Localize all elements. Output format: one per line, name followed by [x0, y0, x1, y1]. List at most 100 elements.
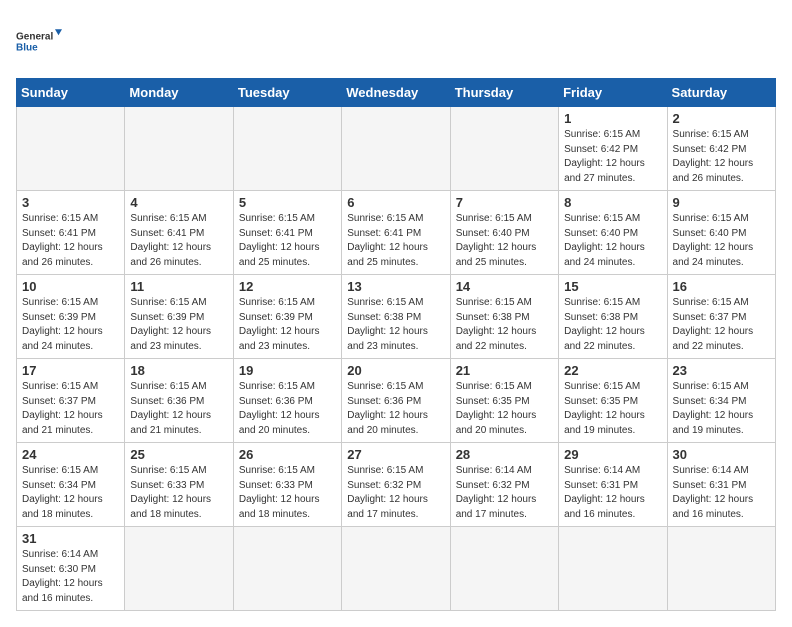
day-number: 17	[22, 363, 119, 378]
calendar-cell	[17, 107, 125, 191]
svg-text:Blue: Blue	[16, 42, 38, 53]
day-number: 16	[673, 279, 770, 294]
calendar-cell: 17 Sunrise: 6:15 AM Sunset: 6:37 PM Dayli…	[17, 359, 125, 443]
day-number: 28	[456, 447, 553, 462]
weekday-header-row: SundayMondayTuesdayWednesdayThursdayFrid…	[17, 79, 776, 107]
day-info: Sunrise: 6:15 AM Sunset: 6:34 PM Dayligh…	[673, 380, 770, 438]
calendar-cell: 10 Sunrise: 6:15 AM Sunset: 6:39 PM Dayli…	[17, 275, 125, 359]
weekday-wednesday: Wednesday	[342, 79, 450, 107]
day-info: Sunrise: 6:15 AM Sunset: 6:34 PM Dayligh…	[22, 464, 119, 522]
day-info: Sunrise: 6:15 AM Sunset: 6:33 PM Dayligh…	[130, 464, 227, 522]
svg-text:General: General	[16, 31, 53, 42]
day-number: 6	[347, 195, 444, 210]
day-info: Sunrise: 6:14 AM Sunset: 6:32 PM Dayligh…	[456, 464, 553, 522]
day-number: 18	[130, 363, 227, 378]
calendar-cell: 26 Sunrise: 6:15 AM Sunset: 6:33 PM Dayli…	[233, 443, 341, 527]
calendar-week-0: 1Sunrise: 6:15 AM Sunset: 6:42 PM Daylig…	[17, 107, 776, 191]
weekday-saturday: Saturday	[667, 79, 775, 107]
day-number: 12	[239, 279, 336, 294]
day-number: 21	[456, 363, 553, 378]
calendar-week-5: 31Sunrise: 6:14 AM Sunset: 6:30 PM Dayli…	[17, 527, 776, 611]
day-info: Sunrise: 6:15 AM Sunset: 6:38 PM Dayligh…	[564, 296, 661, 354]
weekday-sunday: Sunday	[17, 79, 125, 107]
calendar-cell	[342, 107, 450, 191]
calendar-cell: 13 Sunrise: 6:15 AM Sunset: 6:38 PM Dayli…	[342, 275, 450, 359]
day-number: 3	[22, 195, 119, 210]
calendar-cell: 2 Sunrise: 6:15 AM Sunset: 6:42 PM Daylig…	[667, 107, 775, 191]
day-info: Sunrise: 6:15 AM Sunset: 6:39 PM Dayligh…	[22, 296, 119, 354]
calendar-cell: 3Sunrise: 6:15 AM Sunset: 6:41 PM Daylig…	[17, 191, 125, 275]
calendar-cell: 31Sunrise: 6:14 AM Sunset: 6:30 PM Dayli…	[17, 527, 125, 611]
day-info: Sunrise: 6:15 AM Sunset: 6:41 PM Dayligh…	[239, 212, 336, 270]
calendar-cell	[125, 107, 233, 191]
calendar-cell: 21 Sunrise: 6:15 AM Sunset: 6:35 PM Dayli…	[450, 359, 558, 443]
calendar-cell: 9Sunrise: 6:15 AM Sunset: 6:40 PM Daylig…	[667, 191, 775, 275]
calendar-table: SundayMondayTuesdayWednesdayThursdayFrid…	[16, 78, 776, 611]
day-number: 4	[130, 195, 227, 210]
calendar-cell: 16 Sunrise: 6:15 AM Sunset: 6:37 PM Dayli…	[667, 275, 775, 359]
day-info: Sunrise: 6:15 AM Sunset: 6:41 PM Dayligh…	[347, 212, 444, 270]
calendar-cell: 15 Sunrise: 6:15 AM Sunset: 6:38 PM Dayli…	[559, 275, 667, 359]
day-number: 31	[22, 531, 119, 546]
day-info: Sunrise: 6:15 AM Sunset: 6:40 PM Dayligh…	[673, 212, 770, 270]
day-info: Sunrise: 6:15 AM Sunset: 6:38 PM Dayligh…	[456, 296, 553, 354]
calendar-cell	[450, 527, 558, 611]
calendar-week-3: 17 Sunrise: 6:15 AM Sunset: 6:37 PM Dayli…	[17, 359, 776, 443]
day-info: Sunrise: 6:15 AM Sunset: 6:41 PM Dayligh…	[130, 212, 227, 270]
calendar-cell: 19Sunrise: 6:15 AM Sunset: 6:36 PM Dayli…	[233, 359, 341, 443]
day-info: Sunrise: 6:15 AM Sunset: 6:32 PM Dayligh…	[347, 464, 444, 522]
calendar-cell: 12 Sunrise: 6:15 AM Sunset: 6:39 PM Dayli…	[233, 275, 341, 359]
day-info: Sunrise: 6:15 AM Sunset: 6:39 PM Dayligh…	[130, 296, 227, 354]
day-info: Sunrise: 6:15 AM Sunset: 6:37 PM Dayligh…	[22, 380, 119, 438]
calendar-cell: 6 Sunrise: 6:15 AM Sunset: 6:41 PM Daylig…	[342, 191, 450, 275]
day-info: Sunrise: 6:15 AM Sunset: 6:38 PM Dayligh…	[347, 296, 444, 354]
calendar-cell: 23 Sunrise: 6:15 AM Sunset: 6:34 PM Dayli…	[667, 359, 775, 443]
day-info: Sunrise: 6:15 AM Sunset: 6:35 PM Dayligh…	[456, 380, 553, 438]
day-number: 22	[564, 363, 661, 378]
day-info: Sunrise: 6:15 AM Sunset: 6:36 PM Dayligh…	[347, 380, 444, 438]
day-number: 24	[22, 447, 119, 462]
calendar-cell	[125, 527, 233, 611]
day-number: 26	[239, 447, 336, 462]
calendar-cell	[233, 527, 341, 611]
day-number: 23	[673, 363, 770, 378]
calendar-cell: 29 Sunrise: 6:14 AM Sunset: 6:31 PM Dayli…	[559, 443, 667, 527]
calendar-cell: 25Sunrise: 6:15 AM Sunset: 6:33 PM Dayli…	[125, 443, 233, 527]
day-info: Sunrise: 6:15 AM Sunset: 6:33 PM Dayligh…	[239, 464, 336, 522]
calendar-cell: 11 Sunrise: 6:15 AM Sunset: 6:39 PM Dayli…	[125, 275, 233, 359]
logo: General Blue	[16, 16, 66, 66]
calendar-cell: 20Sunrise: 6:15 AM Sunset: 6:36 PM Dayli…	[342, 359, 450, 443]
weekday-tuesday: Tuesday	[233, 79, 341, 107]
calendar-cell: 8Sunrise: 6:15 AM Sunset: 6:40 PM Daylig…	[559, 191, 667, 275]
weekday-friday: Friday	[559, 79, 667, 107]
day-number: 8	[564, 195, 661, 210]
logo-svg: General Blue	[16, 16, 66, 66]
calendar-cell: 1Sunrise: 6:15 AM Sunset: 6:42 PM Daylig…	[559, 107, 667, 191]
day-number: 5	[239, 195, 336, 210]
day-number: 30	[673, 447, 770, 462]
day-number: 13	[347, 279, 444, 294]
calendar-cell	[667, 527, 775, 611]
day-info: Sunrise: 6:15 AM Sunset: 6:37 PM Dayligh…	[673, 296, 770, 354]
day-number: 29	[564, 447, 661, 462]
day-number: 11	[130, 279, 227, 294]
day-info: Sunrise: 6:15 AM Sunset: 6:40 PM Dayligh…	[456, 212, 553, 270]
calendar-cell: 14Sunrise: 6:15 AM Sunset: 6:38 PM Dayli…	[450, 275, 558, 359]
day-number: 10	[22, 279, 119, 294]
day-number: 2	[673, 111, 770, 126]
calendar-cell: 5 Sunrise: 6:15 AM Sunset: 6:41 PM Daylig…	[233, 191, 341, 275]
day-info: Sunrise: 6:15 AM Sunset: 6:39 PM Dayligh…	[239, 296, 336, 354]
day-number: 19	[239, 363, 336, 378]
day-info: Sunrise: 6:15 AM Sunset: 6:42 PM Dayligh…	[673, 128, 770, 186]
calendar-cell: 4 Sunrise: 6:15 AM Sunset: 6:41 PM Daylig…	[125, 191, 233, 275]
calendar-cell: 22 Sunrise: 6:15 AM Sunset: 6:35 PM Dayli…	[559, 359, 667, 443]
page-header: General Blue	[16, 16, 776, 66]
calendar-cell	[342, 527, 450, 611]
day-info: Sunrise: 6:14 AM Sunset: 6:31 PM Dayligh…	[564, 464, 661, 522]
day-number: 15	[564, 279, 661, 294]
calendar-cell: 27Sunrise: 6:15 AM Sunset: 6:32 PM Dayli…	[342, 443, 450, 527]
calendar-cell: 7Sunrise: 6:15 AM Sunset: 6:40 PM Daylig…	[450, 191, 558, 275]
day-info: Sunrise: 6:15 AM Sunset: 6:35 PM Dayligh…	[564, 380, 661, 438]
day-info: Sunrise: 6:15 AM Sunset: 6:42 PM Dayligh…	[564, 128, 661, 186]
calendar-cell: 18Sunrise: 6:15 AM Sunset: 6:36 PM Dayli…	[125, 359, 233, 443]
